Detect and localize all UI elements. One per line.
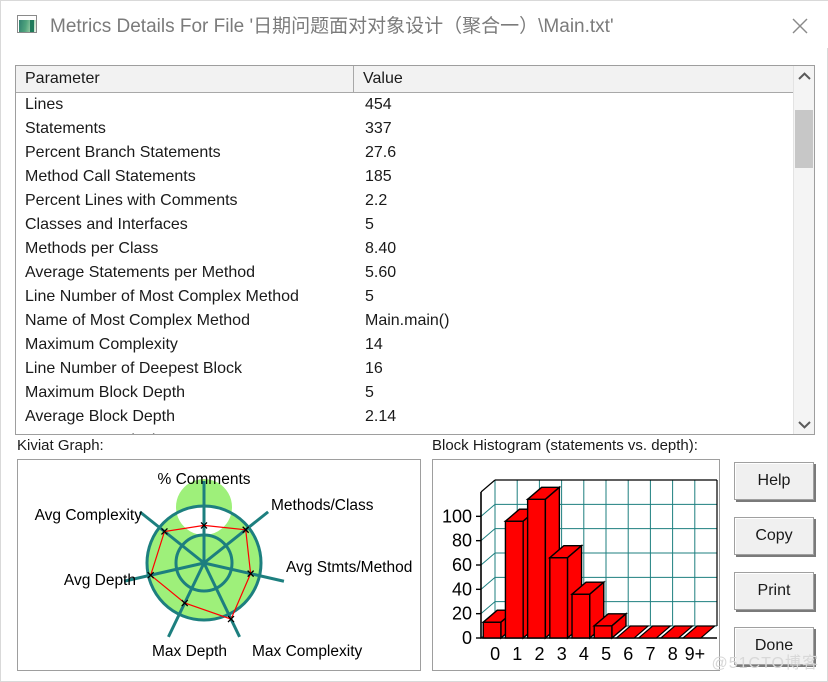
gridline-depth (480, 576, 496, 590)
cell-parameter: Average Complexity (25, 429, 168, 434)
kiviat-axis-label: % Comments (157, 471, 250, 488)
table-row[interactable]: Line Number of Deepest Block 16 (16, 357, 814, 381)
cell-value: 14 (365, 336, 383, 353)
scrollbar-thumb[interactable] (795, 110, 813, 168)
kiviat-axis-label: Methods/Class (271, 497, 374, 514)
table-row[interactable]: Classes and Interfaces 5 (16, 213, 814, 237)
metrics-table: Parameter Value Lines 454 Statements 337 Per… (15, 65, 815, 435)
close-icon[interactable] (783, 9, 817, 41)
block-histogram-chart: 0204060801000 1 2 3 4 5 6 7 8 9+ (442, 479, 718, 664)
cell-parameter: Classes and Interfaces (25, 216, 188, 233)
table-header-row: Parameter Value (16, 66, 814, 93)
table-row[interactable]: Average Statements per Method 5.60 (16, 261, 814, 285)
metrics-details-window: Metrics Details For File '日期问题面对对象设计（聚合一… (0, 0, 828, 682)
cell-parameter: Line Number of Deepest Block (25, 360, 242, 377)
window-title: Metrics Details For File '日期问题面对对象设计（聚合一… (50, 16, 614, 37)
gridline-depth (480, 503, 496, 517)
table-row[interactable]: Maximum Complexity 14 (16, 333, 814, 357)
table-body: Lines 454 Statements 337 Percent Branch Stat… (16, 93, 814, 434)
table-vertical-scrollbar[interactable] (793, 66, 814, 434)
x-tick-label: 1 (512, 644, 522, 664)
kiviat-chart: % Comments Methods/Class Avg Stmts/Method M… (35, 471, 413, 660)
table-row[interactable]: Lines 454 (16, 93, 814, 117)
done-button[interactable]: Done (734, 627, 814, 665)
cell-value: 5 (365, 216, 374, 233)
x-tick-label: 4 (579, 644, 589, 664)
cell-parameter: Name of Most Complex Method (25, 312, 250, 329)
cell-parameter: Percent Lines with Comments (25, 192, 238, 209)
cell-parameter: Line Number of Most Complex Method (25, 288, 299, 305)
x-tick-label: 6 (623, 644, 633, 664)
table-row[interactable]: Methods per Class 8.40 (16, 237, 814, 261)
cell-value: 5 (365, 384, 374, 401)
kiviat-graph-label: Kiviat Graph: (17, 437, 104, 454)
y-tick-label: 100 (442, 506, 472, 526)
x-tick-label: 5 (601, 644, 611, 664)
cell-value: 8.40 (365, 240, 397, 257)
axis-depth-edge (480, 479, 496, 493)
chevron-up-icon[interactable] (794, 66, 814, 86)
title-bar: Metrics Details For File '日期问题面对对象设计（聚合一… (1, 1, 828, 48)
cell-value: 16 (365, 360, 383, 377)
cell-parameter: Statements (25, 120, 106, 137)
y-tick-label: 40 (452, 579, 472, 599)
cell-value: 454 (365, 96, 392, 113)
y-tick-label: 80 (452, 531, 472, 551)
column-header-value[interactable]: Value (354, 66, 794, 92)
gridline-depth (480, 601, 496, 615)
table-row[interactable]: Percent Branch Statements 27.6 (16, 141, 814, 165)
cell-value: Main.main() (365, 312, 450, 329)
kiviat-axis-label: Max Complexity (252, 643, 362, 660)
cell-parameter: Percent Branch Statements (25, 144, 221, 161)
print-button[interactable]: Print (734, 572, 814, 610)
cell-parameter: Lines (25, 96, 64, 113)
table-row[interactable]: Name of Most Complex Method Main.main() (16, 309, 814, 333)
kiviat-axis-label: Avg Depth (64, 572, 136, 589)
y-tick-label: 0 (462, 628, 472, 648)
block-histogram-label: Block Histogram (statements vs. depth): (432, 437, 698, 454)
x-tick-label: 0 (490, 644, 500, 664)
table-row[interactable]: Average Complexity 2.17 (16, 429, 814, 434)
cell-value: 27.6 (365, 144, 397, 161)
table-row[interactable]: Maximum Block Depth 5 (16, 381, 814, 405)
cell-value: 2.14 (365, 408, 397, 425)
block-histogram-panel: 0 20 40 60 80 100 0 1 2 3 4 5 6 7 8 9+ (432, 459, 720, 671)
kiviat-axis-label: Avg Complexity (35, 507, 143, 524)
x-tick-label: 2 (534, 644, 544, 664)
table-row[interactable]: Statements 337 (16, 117, 814, 141)
cell-value: 2.17 (365, 429, 396, 434)
kiviat-axis-label: Avg Stmts/Method (286, 559, 412, 576)
cell-parameter: Methods per Class (25, 240, 159, 257)
cell-value: 337 (365, 120, 392, 137)
help-button[interactable]: Help (734, 462, 814, 500)
cell-value: 185 (365, 168, 392, 185)
cell-parameter: Maximum Block Depth (25, 384, 186, 401)
x-tick-label: 8 (668, 644, 678, 664)
y-tick-label: 20 (452, 604, 472, 624)
gridline-depth (480, 528, 496, 542)
table-row[interactable]: Percent Lines with Comments 2.2 (16, 189, 814, 213)
cell-parameter: Maximum Complexity (25, 336, 178, 353)
metrics-window-icon (17, 15, 37, 33)
cell-parameter: Average Block Depth (25, 408, 176, 425)
table-row[interactable]: Method Call Statements 185 (16, 165, 814, 189)
chevron-down-icon[interactable] (794, 414, 814, 434)
kiviat-graph-panel: % Comments Methods/Class Avg Stmts/Method M… (17, 459, 421, 671)
table-row[interactable]: Average Block Depth 2.14 (16, 405, 814, 429)
cell-parameter: Method Call Statements (25, 168, 196, 185)
x-tick-label: 9+ (685, 644, 706, 664)
x-tick-label: 3 (557, 644, 567, 664)
copy-button[interactable]: Copy (734, 517, 814, 555)
gridline-depth (480, 552, 496, 566)
table-row[interactable]: Line Number of Most Complex Method 5 (16, 285, 814, 309)
cell-value: 5 (365, 288, 374, 305)
column-header-parameter[interactable]: Parameter (16, 66, 354, 92)
x-tick-label: 7 (645, 644, 655, 664)
cell-parameter: Average Statements per Method (25, 264, 256, 281)
cell-value: 5.60 (365, 264, 397, 281)
cell-value: 2.2 (365, 192, 388, 209)
y-tick-label: 60 (452, 555, 472, 575)
kiviat-axis-label: Max Depth (152, 643, 227, 660)
